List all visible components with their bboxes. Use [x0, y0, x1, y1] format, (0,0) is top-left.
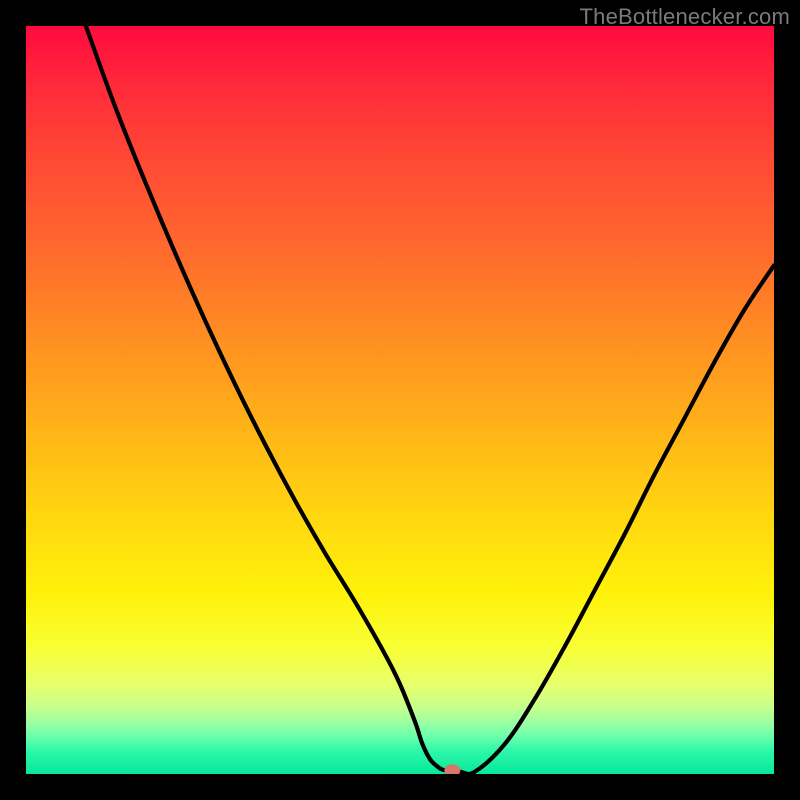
chart-frame: TheBottlenecker.com	[0, 0, 800, 800]
plot-area	[26, 26, 774, 774]
curve-path	[86, 26, 774, 774]
optimal-point-marker	[444, 764, 460, 774]
bottleneck-curve	[26, 26, 774, 774]
attribution-text: TheBottlenecker.com	[580, 4, 790, 30]
